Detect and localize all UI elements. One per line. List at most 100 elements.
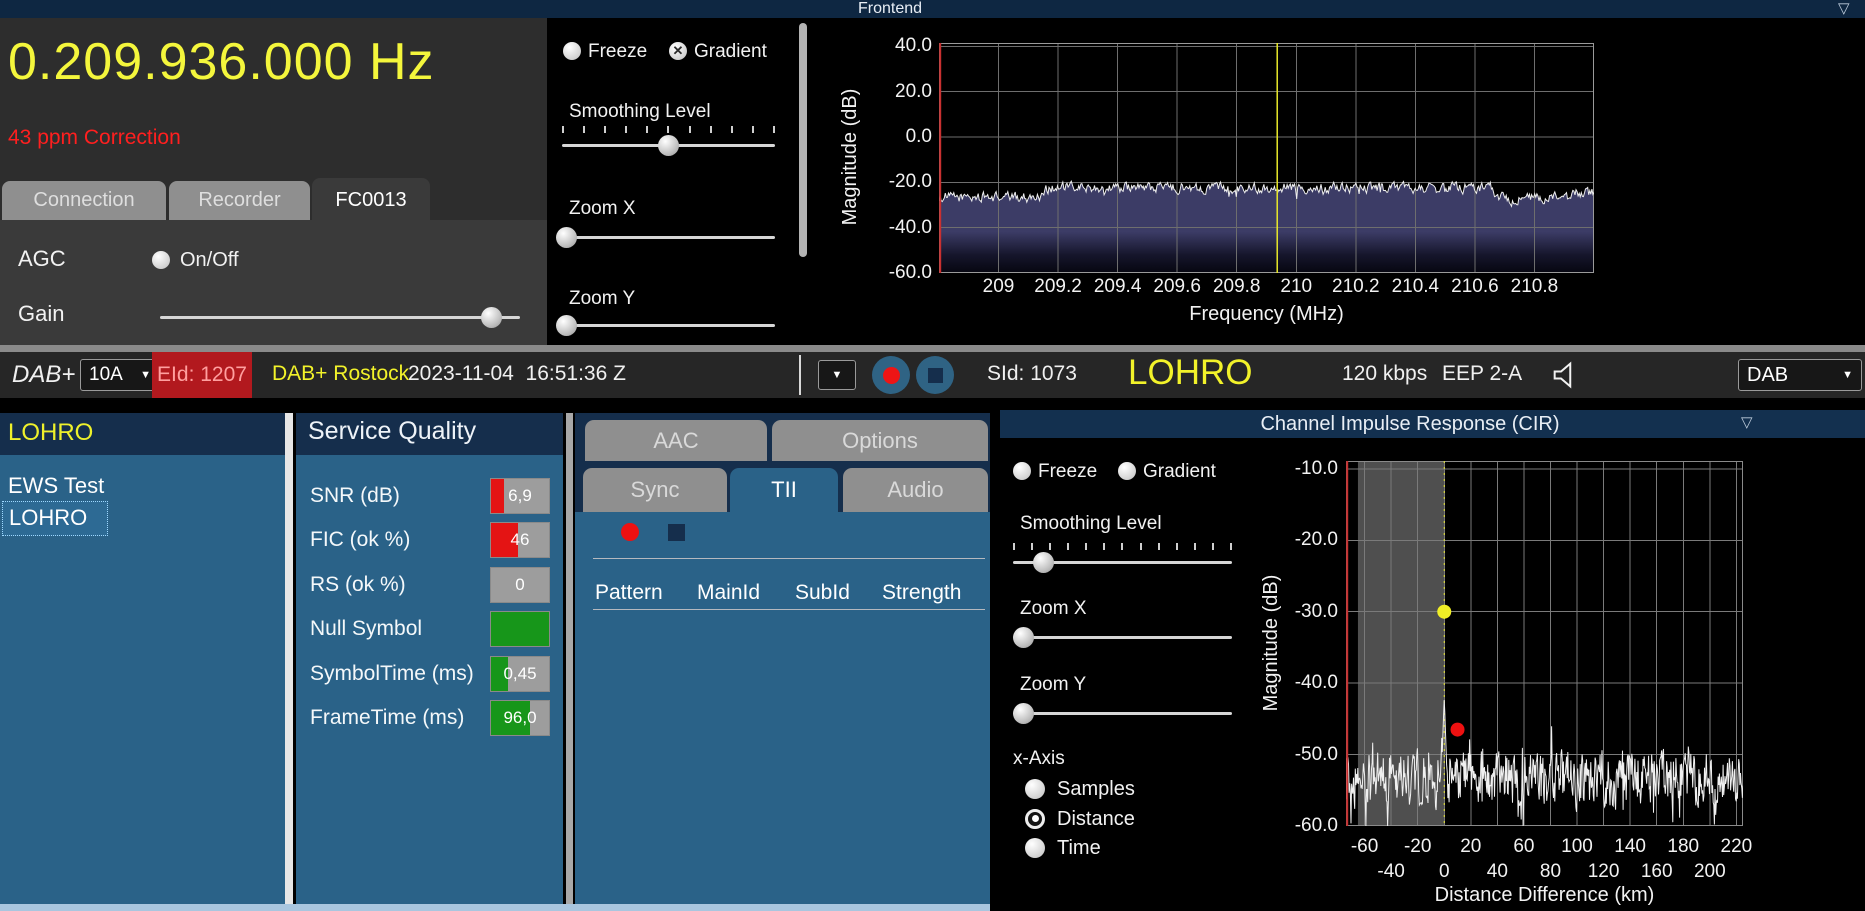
x-tick: 180 [1667,836,1700,857]
bitrate-label: 120 kbps [1342,362,1428,385]
cir-smoothing-slider-thumb[interactable] [1033,552,1055,573]
gain-label: Gain [18,301,65,326]
service-item-lohro[interactable]: LOHRO [2,501,108,536]
metric-value: 46 [510,530,530,549]
channel-select[interactable]: 10A ▼ [80,359,160,391]
y-tick: -60.0 [1294,815,1338,836]
chevron-down-icon: ▼ [1842,369,1853,381]
tab-audio[interactable]: Audio [843,468,988,512]
cir-smoothing-slider-label: Smoothing Level [1020,513,1162,534]
y-tick: 20.0 [895,80,932,102]
stop-button[interactable] [916,356,954,394]
gain-slider-thumb[interactable] [480,307,502,328]
metric-label: RS (ok %) [310,573,406,596]
cir-x-axis-label: Distance Difference (km) [1434,884,1655,906]
frontend-freeze-label: Freeze [588,41,648,62]
metric-bar: 0 [490,567,550,603]
cir-zoom-x-slider[interactable] [1013,636,1232,639]
metric-label: Null Symbol [310,617,423,640]
cir-zoom-y-slider[interactable] [1013,712,1232,715]
x-axis-option-label: Samples [1057,778,1135,800]
tab-aac[interactable]: AAC [585,420,767,461]
cir-gradient-label: Gradient [1143,461,1216,482]
x-tick: 160 [1640,861,1673,882]
gain-slider[interactable] [160,316,520,319]
current-service-label: LOHRO [1128,353,1253,392]
x-tick: 140 [1614,836,1646,857]
spectrum-y-axis-label: Magnitude (dB) [839,88,861,226]
frontend-smoothing-slider-tickmarks [562,126,775,133]
x-tick: 220 [1720,836,1753,857]
tii-column-mainid: MainId [697,581,761,604]
y-tick: -40.0 [888,216,932,238]
cir-freeze-toggle[interactable] [1013,462,1031,480]
recorder-options-button[interactable]: ▼ [818,360,856,390]
metric-bar-fill [491,612,549,646]
x-tick: 100 [1561,836,1593,857]
tii-column-strength: Strength [882,581,962,604]
x-axis-option-distance[interactable] [1025,808,1045,829]
service-item-ews-test[interactable]: EWS Test [8,473,104,499]
metric-value: 0 [515,575,525,594]
service-list-scrollbar[interactable] [285,413,293,911]
cir-panel-title: Channel Impulse Response (CIR) [1260,413,1560,435]
tab-recorder[interactable]: Recorder [169,181,310,220]
x-axis-option-label: Time [1057,837,1101,859]
frequency-display: 0.209.936.000 Hz [8,33,435,91]
frontend-smoothing-slider-thumb[interactable] [658,135,679,156]
output-mode-select[interactable]: DAB ▼ [1738,359,1862,391]
mode-label: DAB+ [12,361,76,388]
agc-toggle-radio[interactable] [152,251,170,269]
frontend-zoom-x-slider[interactable] [562,236,775,239]
cir-gradient-toggle[interactable] [1118,462,1136,480]
x-tick: 210.8 [1510,276,1559,297]
service-quality-header: Service Quality [296,413,563,455]
metric-label: FIC (ok %) [310,528,411,551]
service-quality-scrollbar[interactable] [566,413,573,911]
tii-column-subid: SubId [795,581,850,604]
spectrum-x-axis-label: Frequency (MHz) [1189,303,1344,325]
frontend-gradient-toggle[interactable]: ✕ [669,42,687,60]
frontend-zoom-y-slider[interactable] [562,324,775,327]
metric-value: 6,9 [508,486,532,505]
ensemble-name-label: DAB+ Rostock [272,362,410,385]
speaker-icon[interactable] [1548,358,1584,392]
y-tick: -60.0 [888,262,932,283]
x-tick: 40 [1486,861,1508,882]
tab-connection[interactable]: Connection [2,181,166,220]
x-axis-option-samples[interactable] [1025,779,1045,799]
service-item-label: LOHRO [9,505,88,530]
ensemble-id-value: EId: 1207 [157,363,247,386]
collapse-cir-icon[interactable]: ▽ [1741,415,1753,430]
frontend-zoom-y-slider-thumb[interactable] [555,315,577,336]
fc0013-tab-content [0,220,547,345]
agc-label: AGC [18,246,66,271]
frontend-smoothing-slider-label: Smoothing Level [569,101,711,122]
service-details-panel: AAC Options Sync TII Audio Pattern MainId SubId… [575,413,990,911]
tab-sync[interactable]: Sync [583,468,727,512]
x-axis-option-time[interactable] [1025,838,1045,858]
x-axis-option-label: Distance [1057,807,1135,830]
y-tick: -20.0 [888,171,932,193]
tab-options[interactable]: Options [772,420,988,461]
dab-status-bar: DAB+ 10A ▼ EId: 1207 DAB+ Rostock 2023-1… [0,352,1865,398]
tii-divider [593,558,985,559]
stop-icon [927,367,943,383]
cir-smoothing-slider-tickmarks [1013,543,1232,550]
bottom-horizontal-scrollbar[interactable] [0,904,990,911]
metric-bar [490,611,550,647]
collapse-frontend-icon[interactable]: ▽ [1838,1,1850,16]
frontend-freeze-toggle[interactable] [563,42,581,60]
tab-fc0013[interactable]: FC0013 [312,178,430,220]
datetime-label: 2023-11-04 16:51:36 Z [408,362,626,385]
frontend-titlebar: Frontend ▽ [0,0,1865,18]
frontend-zoom-x-slider-thumb[interactable] [555,227,577,248]
x-tick: 0 [1438,861,1450,882]
cir-y-axis-label: Magnitude (dB) [1260,574,1282,712]
record-button[interactable] [872,356,910,394]
x-tick: -20 [1403,836,1432,857]
service-list-header: LOHRO [0,413,285,455]
controls-scrollbar[interactable] [799,23,807,257]
horizontal-splitter[interactable] [0,345,1865,352]
tab-tii[interactable]: TII [730,468,838,512]
